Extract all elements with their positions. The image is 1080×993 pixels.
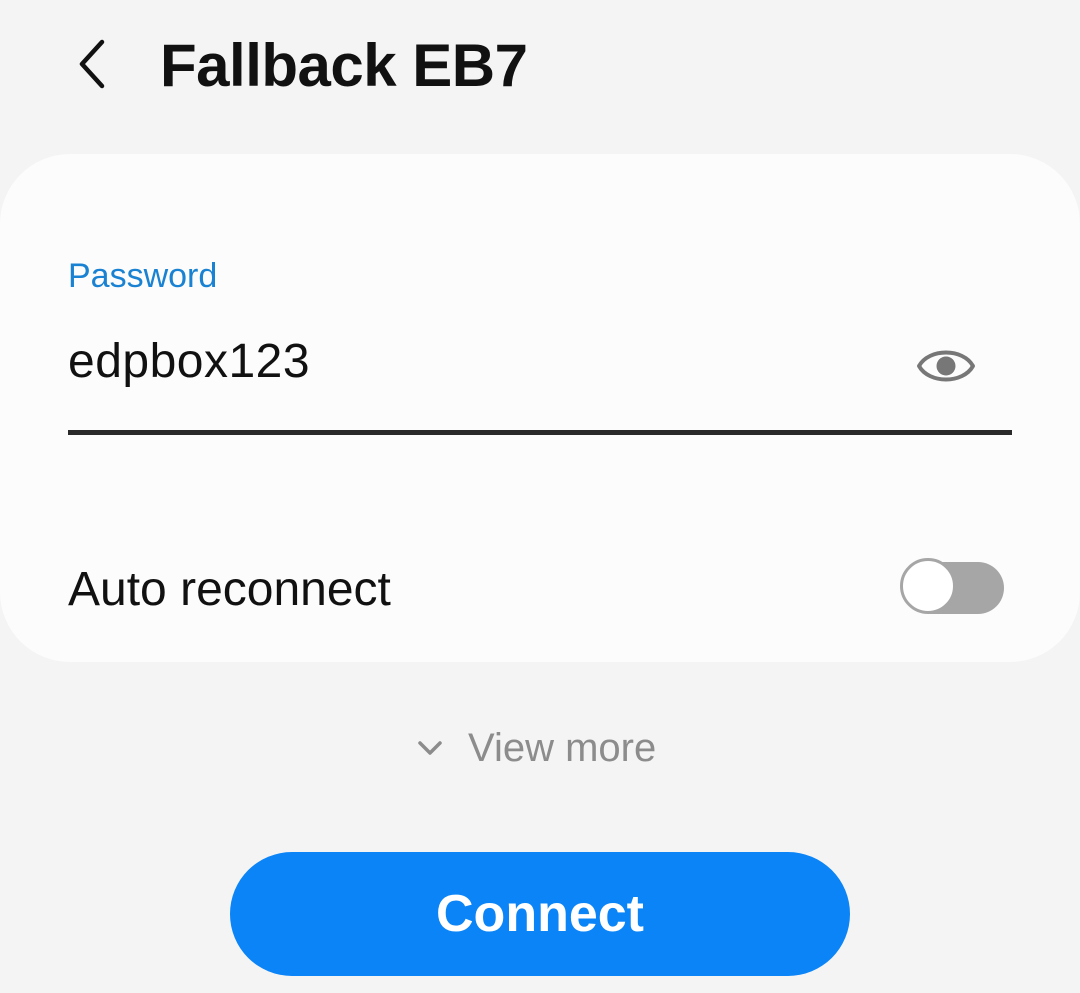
auto-reconnect-toggle[interactable] — [900, 558, 1004, 618]
connect-button[interactable]: Connect — [230, 852, 850, 976]
password-field[interactable]: edpbox123 — [68, 324, 1012, 436]
view-more-button[interactable]: View more — [410, 718, 656, 778]
show-password-button[interactable] — [910, 336, 982, 396]
auto-reconnect-row[interactable]: Auto reconnect — [68, 534, 1012, 634]
back-button[interactable] — [56, 28, 128, 100]
password-label: Password — [68, 257, 218, 295]
chevron-left-icon — [79, 39, 105, 89]
auto-reconnect-label: Auto reconnect — [68, 563, 391, 616]
password-input[interactable]: edpbox123 — [68, 332, 310, 392]
wifi-settings-card: Password edpbox123 Auto reconnect — [0, 154, 1080, 662]
page-title: Fallback EB7 — [160, 32, 528, 99]
toggle-thumb — [900, 558, 956, 614]
view-more-label: View more — [468, 726, 657, 770]
eye-icon — [917, 350, 975, 382]
app-header: Fallback EB7 — [0, 0, 1080, 140]
password-underline — [68, 430, 1012, 435]
chevron-down-icon — [410, 728, 450, 768]
